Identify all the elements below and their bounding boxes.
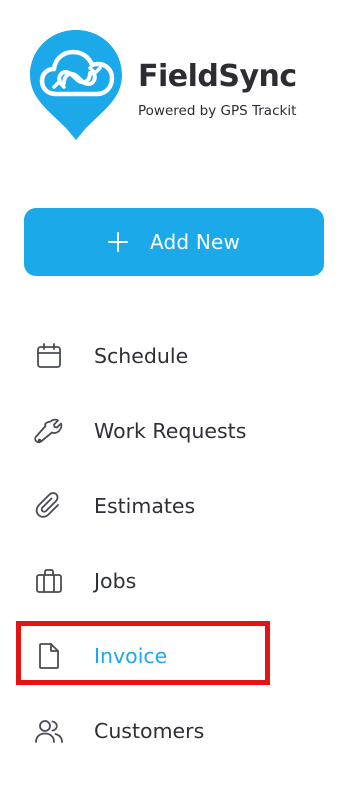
add-new-label: Add New [149,230,241,254]
sidebar-item-label: Work Requests [94,418,247,443]
users-icon [34,716,64,746]
sidebar-item-jobs[interactable]: Jobs [0,543,348,618]
plus-icon [107,232,128,252]
brand-logo[interactable]: FieldSync Powered by GPS Trackit [28,28,328,146]
sidebar-item-estimates[interactable]: Estimates [0,468,348,543]
wrench-icon [34,416,64,446]
sidebar-item-label: Schedule [94,343,189,368]
cloud-sync-pin-logo-icon [30,30,122,140]
sidebar-item-label: Customers [94,718,205,743]
sidebar-item-work-requests[interactable]: Work Requests [0,393,348,468]
sidebar-item-customers[interactable]: Customers [0,693,348,768]
add-new-button[interactable]: Add New [24,208,324,276]
paperclip-icon [34,491,64,521]
sidebar-item-schedule[interactable]: Schedule [0,318,348,393]
document-icon [34,641,64,671]
sidebar-item-invoice[interactable]: Invoice [0,618,348,693]
briefcase-icon [34,566,64,596]
sidebar-item-label: Invoice [94,643,168,668]
brand-tagline: Powered by GPS Trackit [138,103,297,119]
calendar-icon [34,341,64,371]
brand-name: FieldSync [138,59,297,94]
sidebar-item-label: Jobs [94,568,137,593]
sidebar-item-label: Estimates [94,493,196,518]
